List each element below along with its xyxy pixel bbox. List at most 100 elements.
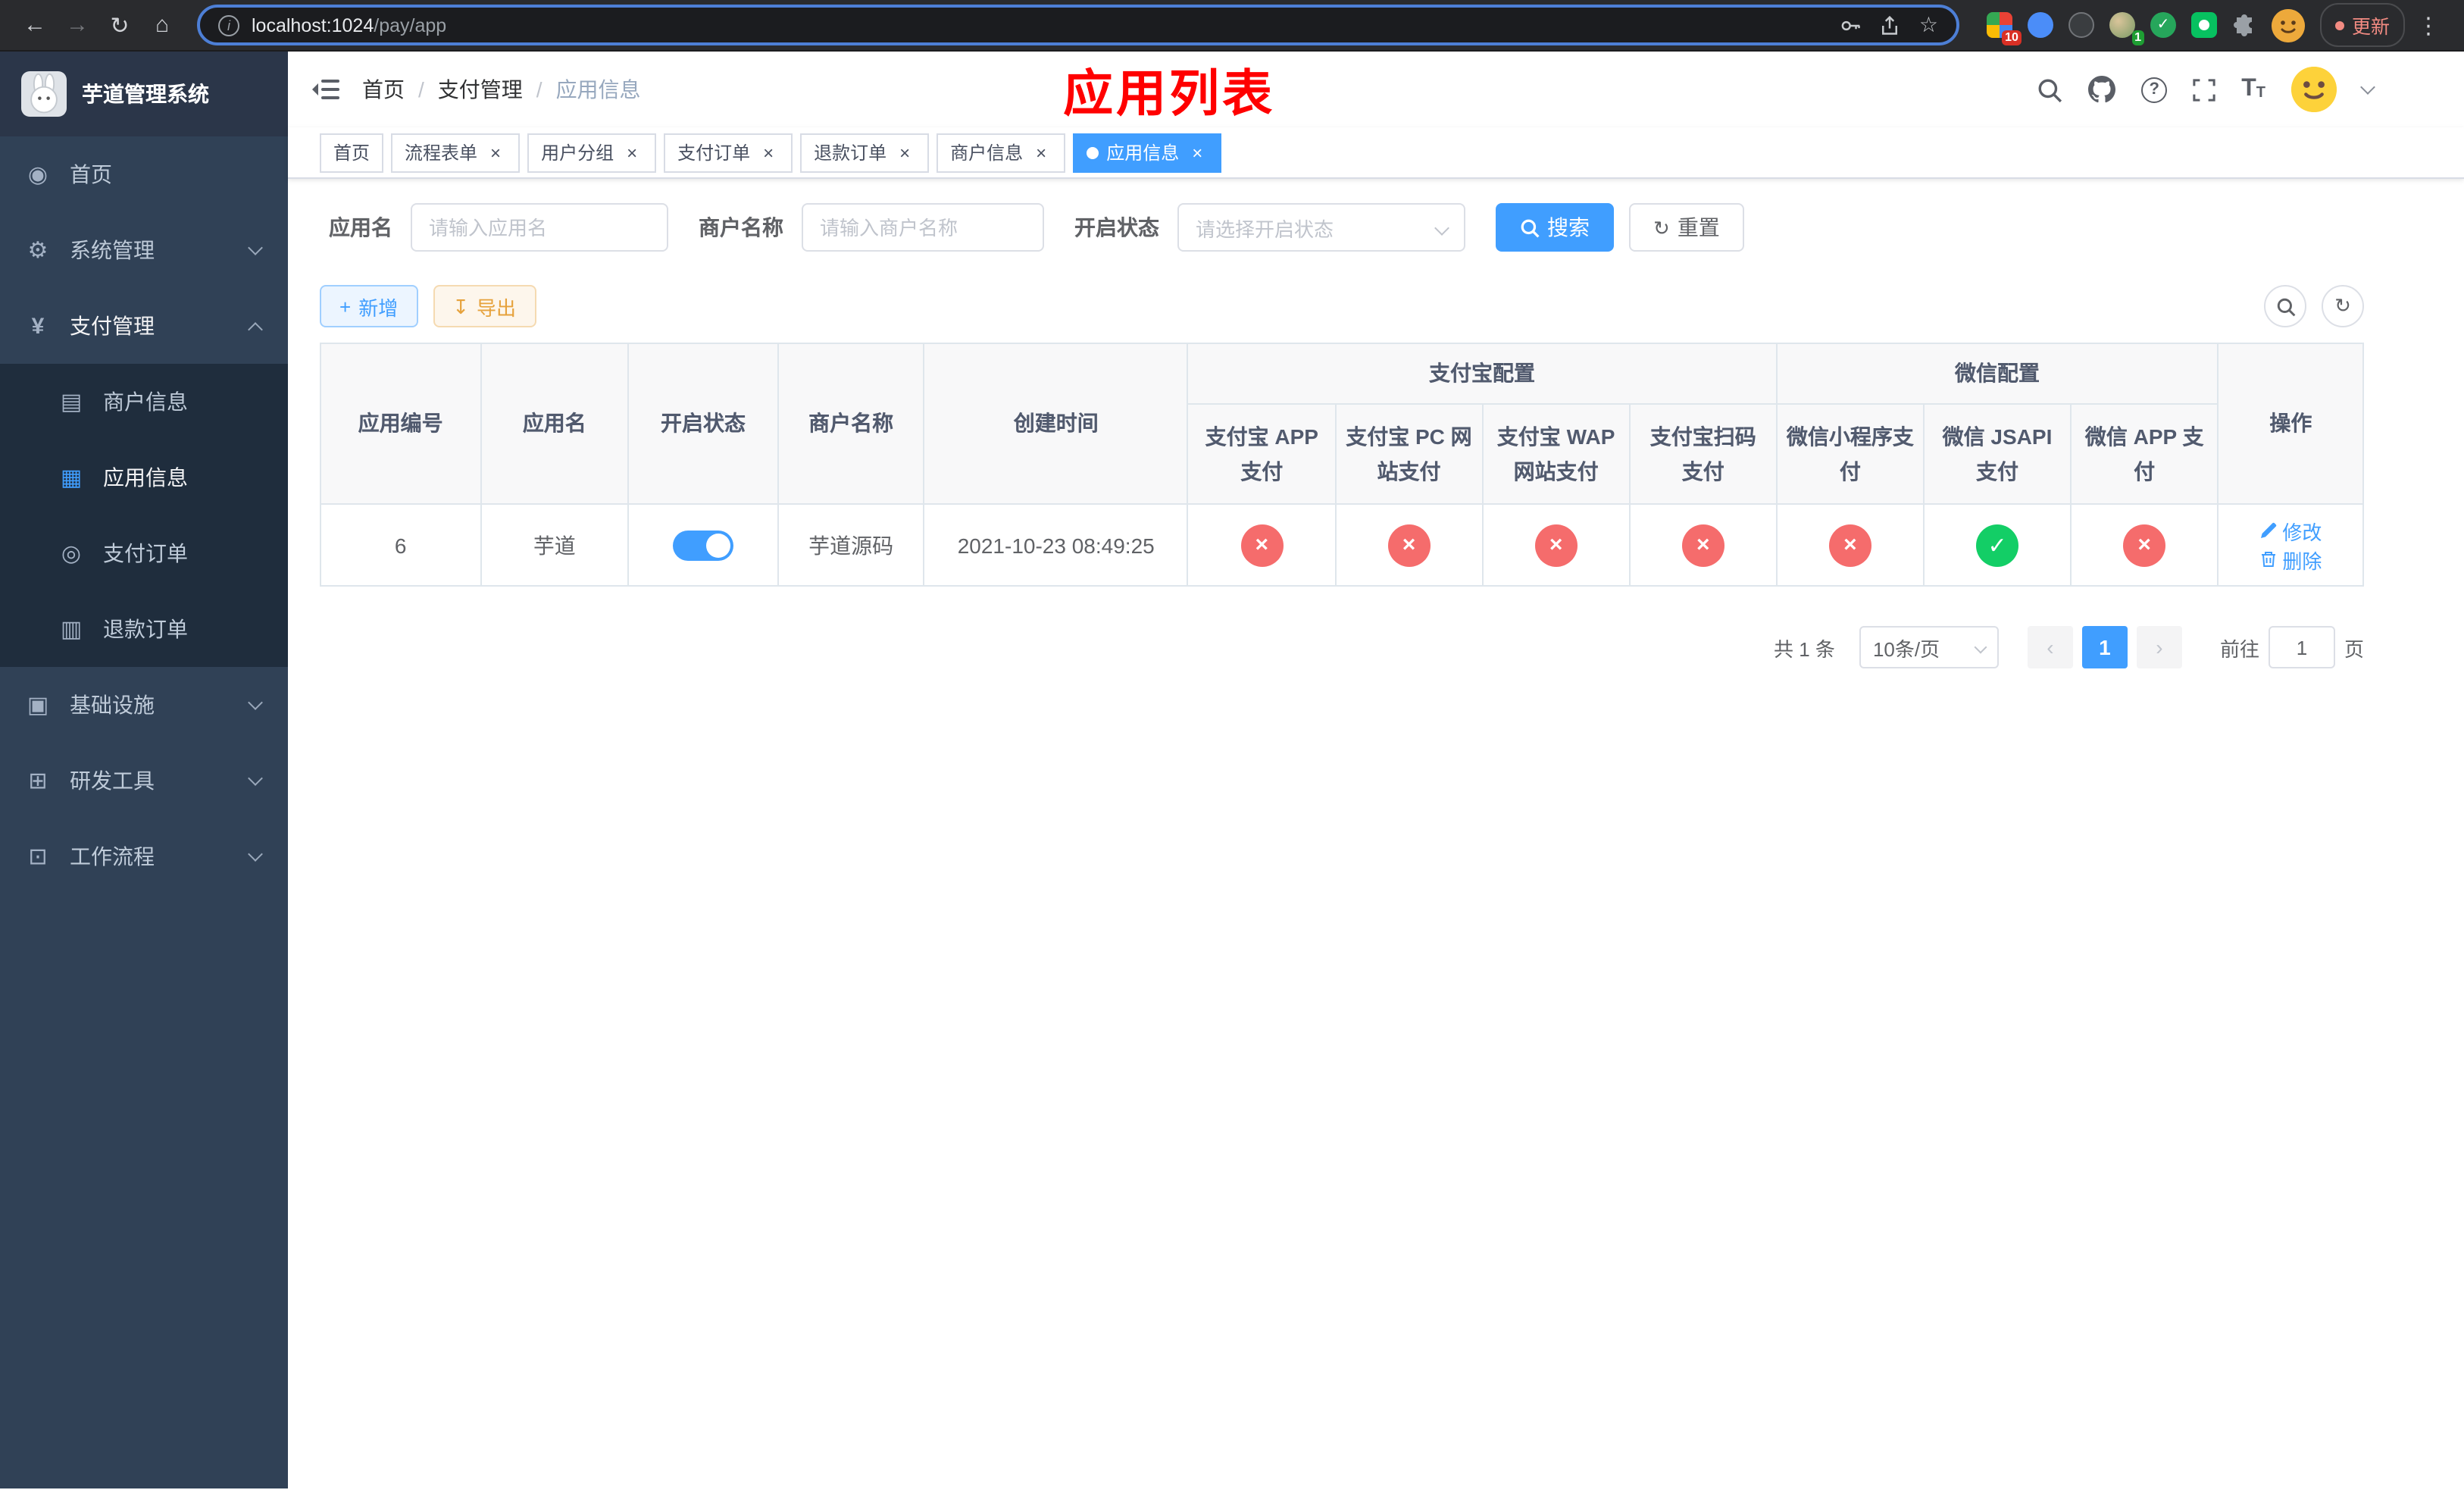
gear-icon: ⚙ bbox=[27, 238, 48, 264]
sidebar-item-refund-order[interactable]: ▥ 退款订单 bbox=[0, 591, 288, 667]
col-header-create-time: 创建时间 bbox=[923, 343, 1189, 505]
extensions-puzzle-icon[interactable] bbox=[2232, 13, 2256, 37]
tab-process-form[interactable]: 流程表单 × bbox=[391, 133, 521, 172]
page-header: 首页 / 支付管理 / 应用信息 应用列表 ? T T bbox=[288, 52, 2464, 127]
reset-button[interactable]: ↻ 重置 bbox=[1629, 203, 1744, 252]
sidebar-item-workflow[interactable]: ⊡ 工作流程 bbox=[0, 819, 288, 894]
status-select-placeholder: 请选择开启状态 bbox=[1196, 218, 1334, 240]
status-toggle[interactable] bbox=[672, 530, 733, 560]
close-icon[interactable]: × bbox=[1187, 142, 1208, 163]
app-name-input[interactable] bbox=[411, 203, 668, 252]
disabled-status-icon: × bbox=[1534, 524, 1578, 566]
tab-merchant-info[interactable]: 商户信息 × bbox=[937, 133, 1066, 172]
browser-forward-button[interactable]: → bbox=[58, 5, 97, 45]
chevron-up-icon bbox=[248, 321, 263, 337]
avatar-dropdown-caret[interactable] bbox=[2360, 80, 2375, 95]
extension-chat-dot bbox=[2198, 20, 2209, 30]
sidebar-item-label: 应用信息 bbox=[103, 465, 188, 490]
page-number: 1 bbox=[2099, 635, 2111, 659]
sidebar-item-payment[interactable]: ¥ 支付管理 bbox=[0, 288, 288, 364]
prev-page-button[interactable]: ‹ bbox=[2027, 626, 2073, 668]
search-icon[interactable] bbox=[2037, 77, 2062, 102]
extension-icon-dark[interactable] bbox=[2068, 12, 2094, 38]
yen-icon: ¥ bbox=[31, 313, 45, 339]
browser-home-button[interactable]: ⌂ bbox=[142, 5, 182, 45]
toggle-search-button[interactable] bbox=[2264, 285, 2306, 327]
close-icon[interactable]: × bbox=[758, 142, 779, 163]
breadcrumb-payment[interactable]: 支付管理 bbox=[438, 74, 523, 105]
user-avatar[interactable] bbox=[2291, 67, 2337, 112]
share-icon[interactable] bbox=[1880, 14, 1901, 36]
col-header-actions: 操作 bbox=[2217, 343, 2364, 505]
sidebar-item-pay-order[interactable]: ◎ 支付订单 bbox=[0, 515, 288, 591]
close-icon[interactable]: × bbox=[1030, 142, 1052, 163]
help-icon[interactable]: ? bbox=[2141, 77, 2168, 102]
page-number-button[interactable]: 1 bbox=[2081, 626, 2128, 668]
close-icon[interactable]: × bbox=[485, 142, 506, 163]
sidebar-item-infrastructure[interactable]: ▣ 基础设施 bbox=[0, 667, 288, 743]
cell-actions: 修改 删除 bbox=[2217, 503, 2364, 587]
sidebar-item-dev-tools[interactable]: ⊞ 研发工具 bbox=[0, 743, 288, 819]
bookmark-star-icon[interactable]: ☆ bbox=[1919, 12, 1938, 38]
extension-icon-green-check[interactable]: ✓ bbox=[2150, 12, 2176, 38]
refresh-table-button[interactable]: ↻ bbox=[2322, 285, 2364, 327]
fullscreen-icon[interactable] bbox=[2193, 78, 2215, 101]
status-select[interactable]: 请选择开启状态 bbox=[1177, 203, 1465, 252]
cell-create-time: 2021-10-23 08:49:25 bbox=[923, 503, 1189, 587]
tab-app-info[interactable]: 应用信息 × bbox=[1073, 133, 1222, 172]
edit-button[interactable]: 修改 bbox=[2259, 516, 2322, 545]
browser-back-button[interactable]: ← bbox=[15, 5, 55, 45]
search-button[interactable]: 搜索 bbox=[1496, 203, 1614, 252]
tab-label: 流程表单 bbox=[405, 142, 478, 164]
forward-icon: → bbox=[66, 12, 89, 38]
sidebar-item-app-info[interactable]: ▦ 应用信息 bbox=[0, 440, 288, 515]
site-info-icon[interactable]: i bbox=[218, 14, 239, 36]
sidebar-item-label: 工作流程 bbox=[70, 844, 155, 869]
add-button[interactable]: + 新增 bbox=[320, 285, 418, 327]
close-icon[interactable]: × bbox=[621, 142, 643, 163]
sidebar-item-home[interactable]: ◉ 首页 bbox=[0, 136, 288, 212]
cell-app-name: 芋道 bbox=[480, 503, 630, 587]
tab-refund-order[interactable]: 退款订单 × bbox=[800, 133, 930, 172]
browser-profile-avatar[interactable] bbox=[2271, 8, 2305, 42]
delete-button[interactable]: 删除 bbox=[2259, 545, 2322, 574]
tab-user-group[interactable]: 用户分组 × bbox=[527, 133, 657, 172]
goto-page-input[interactable] bbox=[2268, 626, 2335, 668]
extension-icon-avatar[interactable]: 1 bbox=[2109, 12, 2144, 45]
search-icon bbox=[1521, 218, 1540, 237]
omnibox-actions: ☆ bbox=[1840, 12, 1938, 38]
next-page-button[interactable]: › bbox=[2136, 626, 2182, 668]
col-header-status: 开启状态 bbox=[627, 343, 779, 505]
page-size-select[interactable]: 10条/页 bbox=[1859, 626, 1999, 668]
browser-reload-button[interactable]: ↻ bbox=[100, 5, 139, 45]
chevron-down-icon bbox=[1434, 221, 1449, 236]
browser-update-button[interactable]: 更新 bbox=[2319, 3, 2405, 47]
server-icon: ▣ bbox=[27, 693, 49, 718]
address-bar[interactable]: i localhost:1024/pay/app ☆ bbox=[197, 5, 1959, 45]
order-icon: ◎ bbox=[61, 541, 82, 567]
app-title: 芋道管理系统 bbox=[82, 82, 209, 106]
tab-pay-order[interactable]: 支付订单 × bbox=[664, 133, 793, 172]
browser-menu-button[interactable]: ⋮ bbox=[2408, 11, 2449, 39]
merchant-name-input[interactable] bbox=[802, 203, 1044, 252]
col-header-alipay-app: 支付宝 APP 支付 bbox=[1187, 403, 1337, 505]
refresh-icon: ↻ bbox=[1653, 216, 1670, 239]
app-logo[interactable]: 芋道管理系统 bbox=[0, 52, 288, 136]
breadcrumb-home[interactable]: 首页 bbox=[362, 74, 405, 105]
tab-home[interactable]: 首页 bbox=[320, 133, 384, 172]
font-size-icon[interactable]: TT bbox=[2241, 77, 2265, 102]
sidebar-item-merchant-info[interactable]: ▤ 商户信息 bbox=[0, 364, 288, 440]
enabled-status-icon: ✓ bbox=[1976, 524, 2019, 566]
extension-icon-grid[interactable]: 10 bbox=[1986, 12, 2022, 45]
extension-icon-blue[interactable] bbox=[2027, 12, 2053, 38]
collapse-sidebar-button[interactable] bbox=[311, 74, 341, 105]
chevron-down-icon bbox=[248, 240, 263, 255]
export-button[interactable]: ↧ 导出 bbox=[433, 285, 536, 327]
github-icon[interactable] bbox=[2088, 76, 2116, 103]
close-icon[interactable]: × bbox=[894, 142, 915, 163]
dashboard-icon: ◉ bbox=[27, 162, 48, 188]
password-key-icon[interactable] bbox=[1840, 14, 1862, 36]
extension-icon-chat[interactable] bbox=[2190, 12, 2217, 38]
pagination: 共 1 条 10条/页 ‹ 1 › 前往 页 bbox=[320, 626, 2364, 668]
sidebar-item-system[interactable]: ⚙ 系统管理 bbox=[0, 212, 288, 288]
